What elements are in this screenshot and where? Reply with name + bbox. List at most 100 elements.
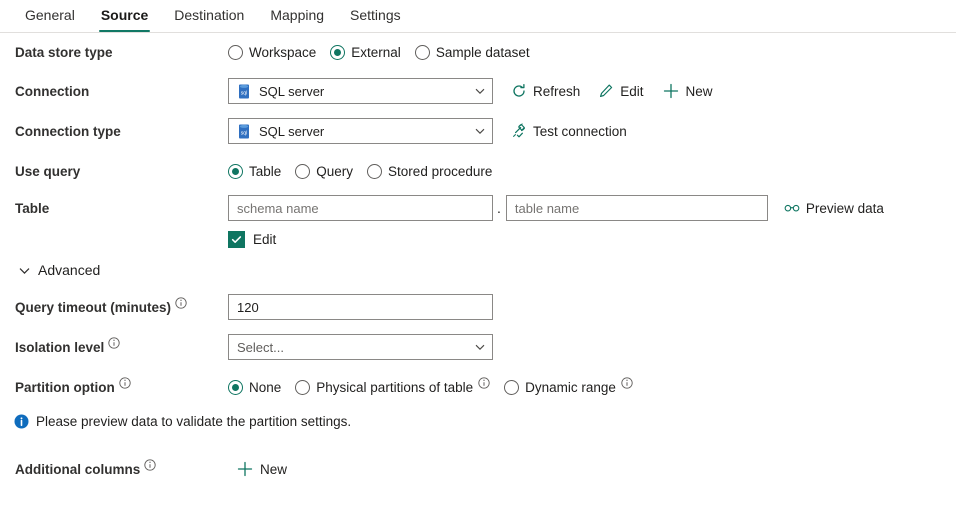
data-store-type-label: Data store type <box>15 45 228 60</box>
radio-label: Sample dataset <box>436 45 530 60</box>
isolation-level-label: Isolation level <box>15 340 228 355</box>
partition-option-label: Partition option <box>15 380 228 395</box>
tab-destination[interactable]: Destination <box>161 0 257 32</box>
source-form: Data store type Workspace External Sampl… <box>0 33 956 489</box>
isolation-level-dropdown[interactable]: Select... <box>228 334 493 360</box>
radio-external[interactable]: External <box>330 45 401 60</box>
sql-server-icon: sql <box>237 84 251 99</box>
new-connection-button[interactable]: New <box>662 82 713 100</box>
table-label: Table <box>15 201 228 216</box>
row-use-query: Use query Table Query Stored procedure <box>0 151 956 191</box>
row-connection: Connection sql SQL server <box>0 71 956 111</box>
plus-icon <box>236 460 254 478</box>
radio-partition-none[interactable]: None <box>228 380 281 395</box>
radio-dot <box>228 380 243 395</box>
test-connection-label: Test connection <box>533 124 627 139</box>
radio-dot <box>295 164 310 179</box>
row-partition-option: Partition option None Physical partition… <box>0 367 956 407</box>
advanced-label: Advanced <box>38 262 100 278</box>
radio-dot <box>415 45 430 60</box>
connection-dropdown[interactable]: sql SQL server <box>228 78 493 104</box>
radio-label: Dynamic range <box>525 380 616 395</box>
info-filled-icon <box>14 414 29 429</box>
use-query-label: Use query <box>15 164 228 179</box>
tab-bar: General Source Destination Mapping Setti… <box>0 0 956 33</box>
refresh-connection-button[interactable]: Refresh <box>511 83 580 99</box>
query-timeout-label: Query timeout (minutes) <box>15 300 228 315</box>
radio-label: Table <box>249 164 281 179</box>
connection-label: Connection <box>15 84 228 99</box>
connection-type-dropdown[interactable]: sql SQL server <box>228 118 493 144</box>
tab-source[interactable]: Source <box>88 0 161 32</box>
connection-value: SQL server <box>259 84 474 99</box>
row-additional-columns: Additional columns New <box>0 449 956 489</box>
radio-workspace[interactable]: Workspace <box>228 45 316 60</box>
connection-type-value: SQL server <box>259 124 474 139</box>
isolation-level-value: Select... <box>237 340 474 355</box>
refresh-icon <box>511 83 527 99</box>
info-icon[interactable] <box>478 377 490 389</box>
partition-info-text: Please preview data to validate the part… <box>36 414 351 429</box>
chevron-down-icon <box>474 341 486 353</box>
preview-data-label: Preview data <box>806 201 884 216</box>
radio-dot <box>295 380 310 395</box>
chevron-down-icon <box>18 264 31 277</box>
add-additional-column-button[interactable]: New <box>236 460 287 478</box>
info-icon[interactable] <box>119 377 131 389</box>
edit-checkbox-label: Edit <box>253 232 276 247</box>
schema-table-separator: . <box>497 200 501 216</box>
radio-dot <box>228 45 243 60</box>
test-connection-button[interactable]: Test connection <box>511 123 627 139</box>
advanced-section-toggle[interactable]: Advanced <box>0 253 956 287</box>
partition-option-label-text: Partition option <box>15 380 115 395</box>
preview-data-button[interactable]: Preview data <box>784 200 884 216</box>
radio-label: Query <box>316 164 353 179</box>
sql-server-icon: sql <box>237 124 251 139</box>
table-name-input[interactable]: table name <box>506 195 768 221</box>
svg-text:sql: sql <box>241 90 247 96</box>
checkmark-icon <box>231 234 242 245</box>
chevron-down-icon <box>474 125 486 137</box>
radio-label: None <box>249 380 281 395</box>
radio-sample-dataset[interactable]: Sample dataset <box>415 45 530 60</box>
edit-label: Edit <box>620 84 643 99</box>
tab-mapping[interactable]: Mapping <box>257 0 337 32</box>
pencil-icon <box>598 83 614 99</box>
radio-dynamic-range[interactable]: Dynamic range <box>504 380 633 395</box>
radio-physical-partitions[interactable]: Physical partitions of table <box>295 380 490 395</box>
plus-icon <box>662 82 680 100</box>
schema-name-input[interactable]: schema name <box>228 195 493 221</box>
info-icon[interactable] <box>621 377 633 389</box>
data-store-type-radio-group: Workspace External Sample dataset <box>228 45 544 60</box>
info-icon[interactable] <box>108 337 120 349</box>
connection-type-label: Connection type <box>15 124 228 139</box>
radio-label: Workspace <box>249 45 316 60</box>
query-timeout-value: 120 <box>237 300 259 315</box>
row-data-store-type: Data store type Workspace External Sampl… <box>0 33 956 71</box>
add-additional-column-label: New <box>260 462 287 477</box>
radio-label: Stored procedure <box>388 164 492 179</box>
radio-query[interactable]: Query <box>295 164 353 179</box>
tab-general[interactable]: General <box>12 0 88 32</box>
edit-checkbox[interactable] <box>228 231 245 248</box>
info-icon[interactable] <box>175 297 187 309</box>
new-label: New <box>686 84 713 99</box>
tab-settings[interactable]: Settings <box>337 0 414 32</box>
radio-label: Physical partitions of table <box>316 380 473 395</box>
radio-dot <box>504 380 519 395</box>
chevron-down-icon <box>474 85 486 97</box>
info-icon[interactable] <box>144 459 156 471</box>
edit-connection-button[interactable]: Edit <box>598 83 643 99</box>
row-edit-checkbox: Edit <box>0 225 956 253</box>
query-timeout-input[interactable]: 120 <box>228 294 493 320</box>
svg-text:sql: sql <box>241 130 247 136</box>
radio-table[interactable]: Table <box>228 164 281 179</box>
use-query-radio-group: Table Query Stored procedure <box>228 164 506 179</box>
radio-stored-procedure[interactable]: Stored procedure <box>367 164 492 179</box>
partition-option-radio-group: None Physical partitions of table Dynami… <box>228 380 647 395</box>
isolation-level-label-text: Isolation level <box>15 340 104 355</box>
glasses-icon <box>784 200 800 216</box>
row-query-timeout: Query timeout (minutes) 120 <box>0 287 956 327</box>
radio-dot <box>330 45 345 60</box>
row-table: Table schema name . table name <box>0 191 956 225</box>
